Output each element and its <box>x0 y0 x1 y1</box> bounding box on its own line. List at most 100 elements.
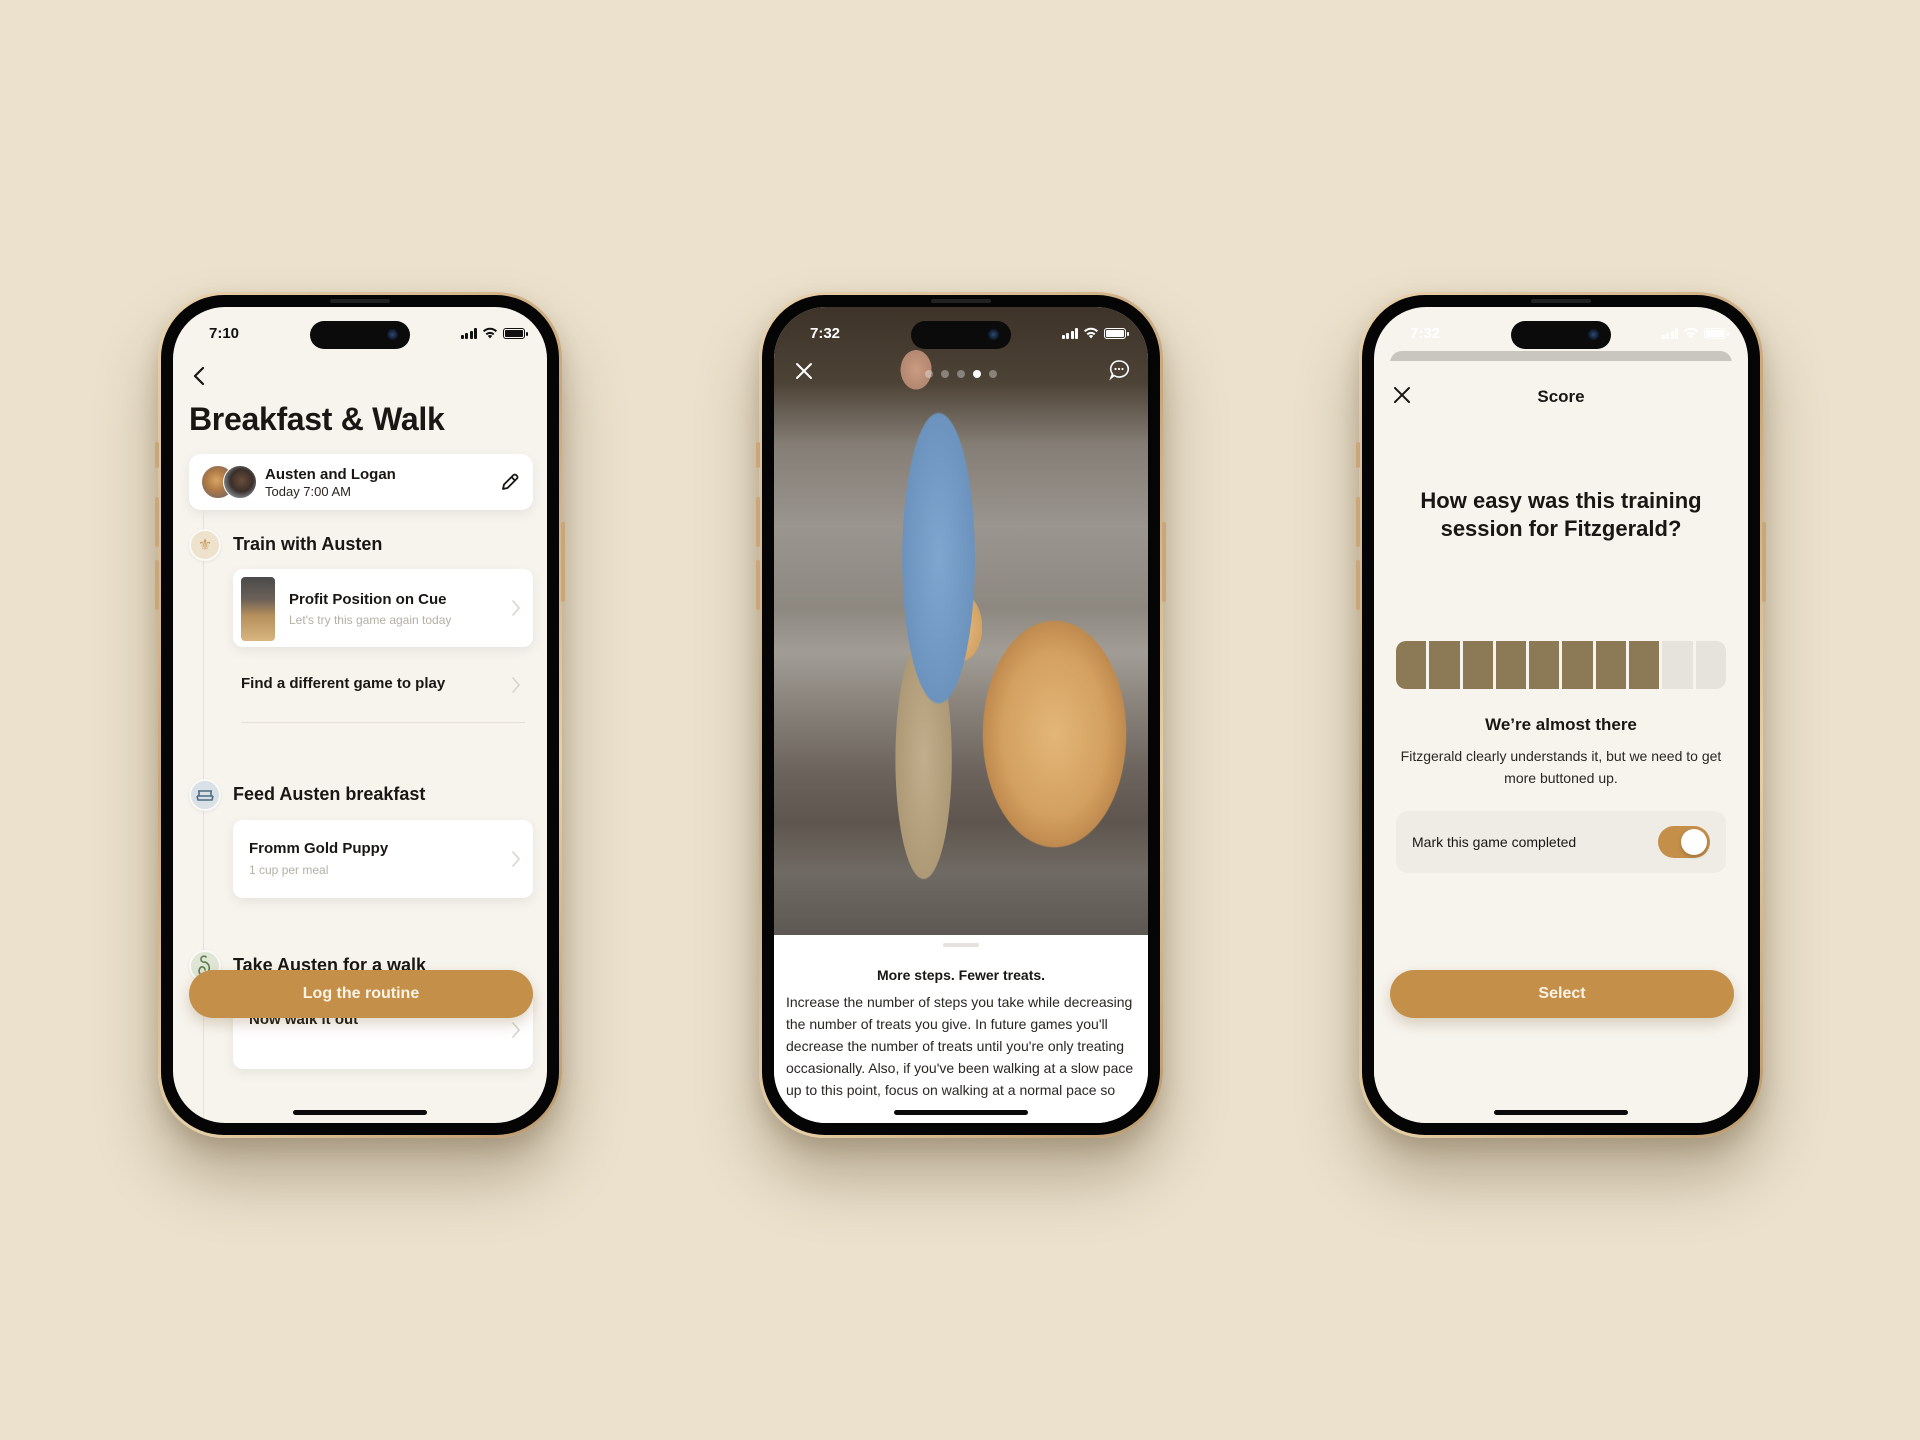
food-title: Fromm Gold Puppy <box>249 840 389 857</box>
food-card[interactable]: Fromm Gold Puppy 1 cup per meal <box>233 820 533 898</box>
chevron-right-icon <box>512 600 521 616</box>
status-time: 7:10 <box>209 324 240 342</box>
owner-card[interactable]: Austen and Logan Today 7:00 AM <box>189 454 533 510</box>
select-button[interactable]: Select <box>1390 970 1734 1018</box>
avatar-group <box>201 465 259 499</box>
score-segment[interactable] <box>1396 641 1427 689</box>
phone-routine: 7:10 Breakfast & Walk Austen and Logan T… <box>155 292 565 1138</box>
fleur-de-lis-icon: ⚜ <box>189 529 221 561</box>
sheet-grabber[interactable] <box>943 943 979 947</box>
status-time: 7:32 <box>1410 324 1441 342</box>
battery-icon <box>503 327 528 339</box>
score-segment[interactable] <box>1462 641 1493 689</box>
owner-names: Austen and Logan <box>265 465 396 483</box>
score-verdict: We’re almost there <box>1485 715 1637 734</box>
dynamic-island <box>911 321 1011 349</box>
volume-up-button <box>756 497 760 547</box>
signal-icon <box>1061 327 1078 339</box>
dynamic-island <box>1511 321 1611 349</box>
section-title-train: Train with Austen <box>233 534 383 554</box>
score-slider[interactable] <box>1396 641 1726 689</box>
wifi-icon <box>483 327 497 339</box>
earpiece <box>1531 299 1591 303</box>
sheet-title: More steps. Fewer treats. <box>876 967 1046 983</box>
score-segment[interactable] <box>1662 641 1693 689</box>
pencil-icon[interactable] <box>499 471 521 493</box>
power-button <box>1162 522 1166 602</box>
game-card[interactable]: Profit Position on Cue Let's try this ga… <box>233 569 533 647</box>
divider <box>241 722 525 723</box>
routine-time: Today 7:00 AM <box>265 483 351 499</box>
earpiece <box>931 299 991 303</box>
game-detail-screen: 7:32 More steps. Fewer treats. Increase … <box>774 307 1148 1123</box>
battery-icon <box>1104 327 1129 339</box>
wifi-icon <box>1084 327 1098 339</box>
toggle-knob <box>1681 829 1707 855</box>
home-indicator[interactable] <box>1494 1110 1628 1115</box>
chevron-right-icon <box>512 851 521 867</box>
section-title-feed: Feed Austen breakfast <box>233 784 426 804</box>
game-title: Profit Position on Cue <box>289 591 447 608</box>
volume-down-button <box>1356 560 1360 610</box>
action-button <box>756 442 760 468</box>
score-screen: 7:32 Score How easy was this training se… <box>1374 307 1748 1123</box>
pagination-dot[interactable] <box>941 370 949 378</box>
mark-completed-label: Mark this game completed <box>1412 834 1577 850</box>
mark-completed-row: Mark this game completed <box>1396 811 1726 873</box>
score-segment[interactable] <box>1562 641 1593 689</box>
status-time: 7:32 <box>810 324 841 342</box>
home-indicator[interactable] <box>894 1110 1028 1115</box>
find-game-label: Find a different game to play <box>241 675 446 692</box>
volume-up-button <box>1356 497 1360 547</box>
score-segment[interactable] <box>1695 641 1726 689</box>
pagination-dot[interactable] <box>925 370 933 378</box>
food-bowl-icon <box>189 779 221 811</box>
avatar-person <box>223 465 257 499</box>
game-info-sheet: More steps. Fewer treats. Increase the n… <box>774 935 1148 1123</box>
score-segment[interactable] <box>1529 641 1560 689</box>
score-verdict-detail: Fitzgerald clearly understands it, but w… <box>1400 748 1722 786</box>
back-chevron-icon[interactable] <box>189 365 211 387</box>
chat-bubble-icon[interactable] <box>1108 359 1130 381</box>
earpiece <box>330 299 390 303</box>
power-button <box>1762 522 1766 602</box>
battery-icon <box>1704 327 1729 339</box>
dynamic-island <box>310 321 410 349</box>
game-photo <box>774 307 1148 935</box>
chevron-right-icon <box>512 1022 521 1038</box>
timeline-line <box>203 510 204 1123</box>
signal-icon <box>460 327 477 339</box>
score-segment[interactable] <box>1629 641 1660 689</box>
volume-down-button <box>756 560 760 610</box>
signal-icon <box>1661 327 1678 339</box>
sheet-title: Score <box>1537 387 1585 406</box>
routine-screen: 7:10 Breakfast & Walk Austen and Logan T… <box>173 307 547 1123</box>
page-title: Breakfast & Walk <box>189 401 445 437</box>
volume-up-button <box>155 497 159 547</box>
text-fade <box>774 1093 1148 1123</box>
score-segment[interactable] <box>1429 641 1460 689</box>
pagination-dots <box>925 370 997 378</box>
score-segment[interactable] <box>1495 641 1527 689</box>
action-button <box>155 442 159 468</box>
food-amount: 1 cup per meal <box>249 863 329 877</box>
power-button <box>561 522 565 602</box>
chevron-right-icon <box>512 677 521 693</box>
game-subtitle: Let's try this game again today <box>289 613 452 627</box>
volume-down-button <box>155 560 159 610</box>
phone-score: 7:32 Score How easy was this training se… <box>1356 292 1766 1138</box>
log-routine-button[interactable]: Log the routine <box>189 970 533 1018</box>
close-icon[interactable] <box>794 361 814 381</box>
sheet-body: Increase the number of steps you take wh… <box>786 994 1134 1098</box>
score-question: How easy was this training session for F… <box>1420 488 1702 541</box>
pagination-dot[interactable] <box>957 370 965 378</box>
score-segment[interactable] <box>1595 641 1627 689</box>
home-indicator[interactable] <box>293 1110 427 1115</box>
game-thumbnail <box>241 577 275 641</box>
phone-game-detail: 7:32 More steps. Fewer treats. Increase … <box>756 292 1166 1138</box>
pagination-dot[interactable] <box>973 370 981 378</box>
find-different-game-link[interactable]: Find a different game to play <box>233 665 533 723</box>
mark-completed-toggle[interactable] <box>1658 826 1710 858</box>
wifi-icon <box>1684 327 1698 339</box>
pagination-dot[interactable] <box>989 370 997 378</box>
